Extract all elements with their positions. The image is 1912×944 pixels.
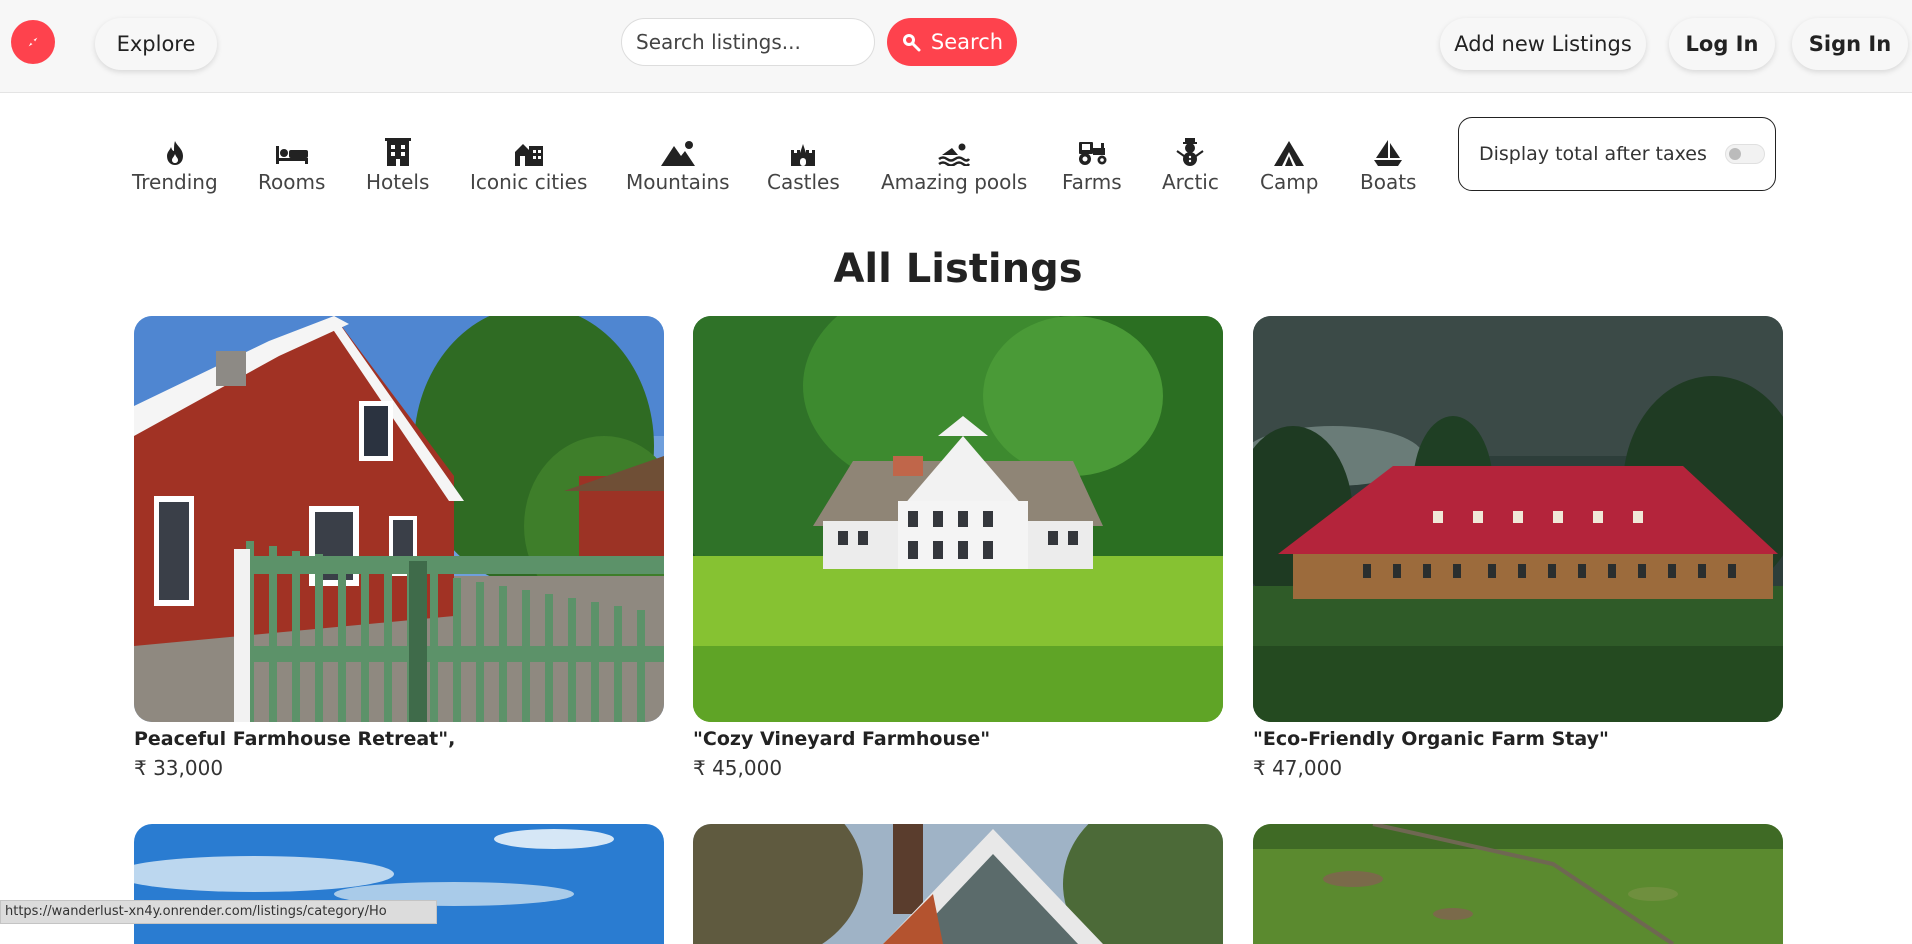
filter-rooms[interactable]: Rooms bbox=[258, 132, 325, 194]
add-new-listing-link[interactable]: Add new Listings bbox=[1440, 18, 1646, 70]
page-title: All Listings bbox=[833, 246, 1083, 292]
login-link[interactable]: Log In bbox=[1669, 18, 1775, 70]
listing-image[interactable] bbox=[693, 824, 1223, 944]
listing-image[interactable] bbox=[1253, 824, 1783, 944]
filter-label: Amazing pools bbox=[881, 170, 1028, 194]
tax-toggle-label: Display total after taxes bbox=[1479, 143, 1707, 165]
listing-image[interactable] bbox=[134, 824, 664, 944]
listing-card[interactable]: "Cozy Vineyard Farmhouse" ₹ 45,000 bbox=[693, 316, 1223, 780]
filter-castles[interactable]: Castles bbox=[767, 132, 840, 194]
filter-trending[interactable]: Trending bbox=[132, 132, 218, 194]
filter-amazing-pools[interactable]: Amazing pools bbox=[881, 132, 1027, 194]
navbar: Explore Search Add new Listings Log In S… bbox=[0, 0, 1912, 93]
tax-toggle[interactable]: Display total after taxes bbox=[1458, 117, 1776, 191]
bed-icon bbox=[275, 132, 309, 166]
filter-label: Farms bbox=[1062, 170, 1122, 194]
filter-label: Castles bbox=[767, 170, 840, 194]
listing-image[interactable] bbox=[1253, 316, 1783, 722]
filter-label: Iconic cities bbox=[470, 170, 588, 194]
filter-farms[interactable]: Farms bbox=[1062, 132, 1122, 194]
castle-icon bbox=[790, 132, 816, 166]
swimmer-icon bbox=[938, 132, 971, 166]
listing-image[interactable] bbox=[693, 316, 1223, 722]
search-button[interactable]: Search bbox=[887, 18, 1017, 66]
filter-label: Trending bbox=[132, 170, 218, 194]
listing-title: "Eco-Friendly Organic Farm Stay" bbox=[1253, 728, 1609, 750]
search-icon bbox=[902, 34, 921, 52]
compass-logo-icon[interactable] bbox=[11, 20, 55, 64]
listing-image[interactable] bbox=[134, 316, 664, 722]
search-input[interactable] bbox=[621, 18, 875, 66]
mountain-icon bbox=[660, 132, 695, 166]
switch-knob bbox=[1728, 148, 1741, 160]
listing-price: ₹ 47,000 bbox=[1253, 756, 1343, 780]
filter-label: Camp bbox=[1260, 170, 1319, 194]
listing-title: "Cozy Vineyard Farmhouse" bbox=[693, 728, 991, 750]
filter-hotels[interactable]: Hotels bbox=[366, 132, 429, 194]
filter-iconic-cities[interactable]: Iconic cities bbox=[470, 132, 587, 194]
signin-link[interactable]: Sign In bbox=[1792, 18, 1908, 70]
tractor-icon bbox=[1075, 132, 1109, 166]
filter-label: Boats bbox=[1360, 170, 1417, 194]
listing-price: ₹ 45,000 bbox=[693, 756, 783, 780]
tax-switch[interactable] bbox=[1724, 144, 1765, 164]
listing-card[interactable]: "Eco-Friendly Organic Farm Stay" ₹ 47,00… bbox=[1253, 316, 1783, 780]
filter-label: Hotels bbox=[366, 170, 430, 194]
snowman-icon bbox=[1176, 132, 1205, 166]
filter-mountains[interactable]: Mountains bbox=[626, 132, 730, 194]
filter-label: Arctic bbox=[1162, 170, 1219, 194]
filter-arctic[interactable]: Arctic bbox=[1162, 132, 1219, 194]
listing-price: ₹ 33,000 bbox=[134, 756, 224, 780]
fire-icon bbox=[164, 132, 186, 166]
filter-boats[interactable]: Boats bbox=[1360, 132, 1416, 194]
sailboat-icon bbox=[1373, 132, 1403, 166]
filter-camp[interactable]: Camp bbox=[1260, 132, 1318, 194]
link-status-bar: https://wanderlust-xn4y.onrender.com/lis… bbox=[0, 900, 437, 924]
listing-card[interactable]: Peaceful Farmhouse Retreat", ₹ 33,000 bbox=[134, 316, 664, 780]
search-button-label: Search bbox=[930, 30, 1004, 54]
listing-title: Peaceful Farmhouse Retreat", bbox=[134, 728, 456, 750]
hotel-icon bbox=[384, 132, 411, 166]
city-icon bbox=[513, 132, 545, 166]
filter-label: Mountains bbox=[626, 170, 730, 194]
filter-label: Rooms bbox=[258, 170, 326, 194]
explore-link[interactable]: Explore bbox=[95, 18, 217, 70]
tent-icon bbox=[1273, 132, 1305, 166]
